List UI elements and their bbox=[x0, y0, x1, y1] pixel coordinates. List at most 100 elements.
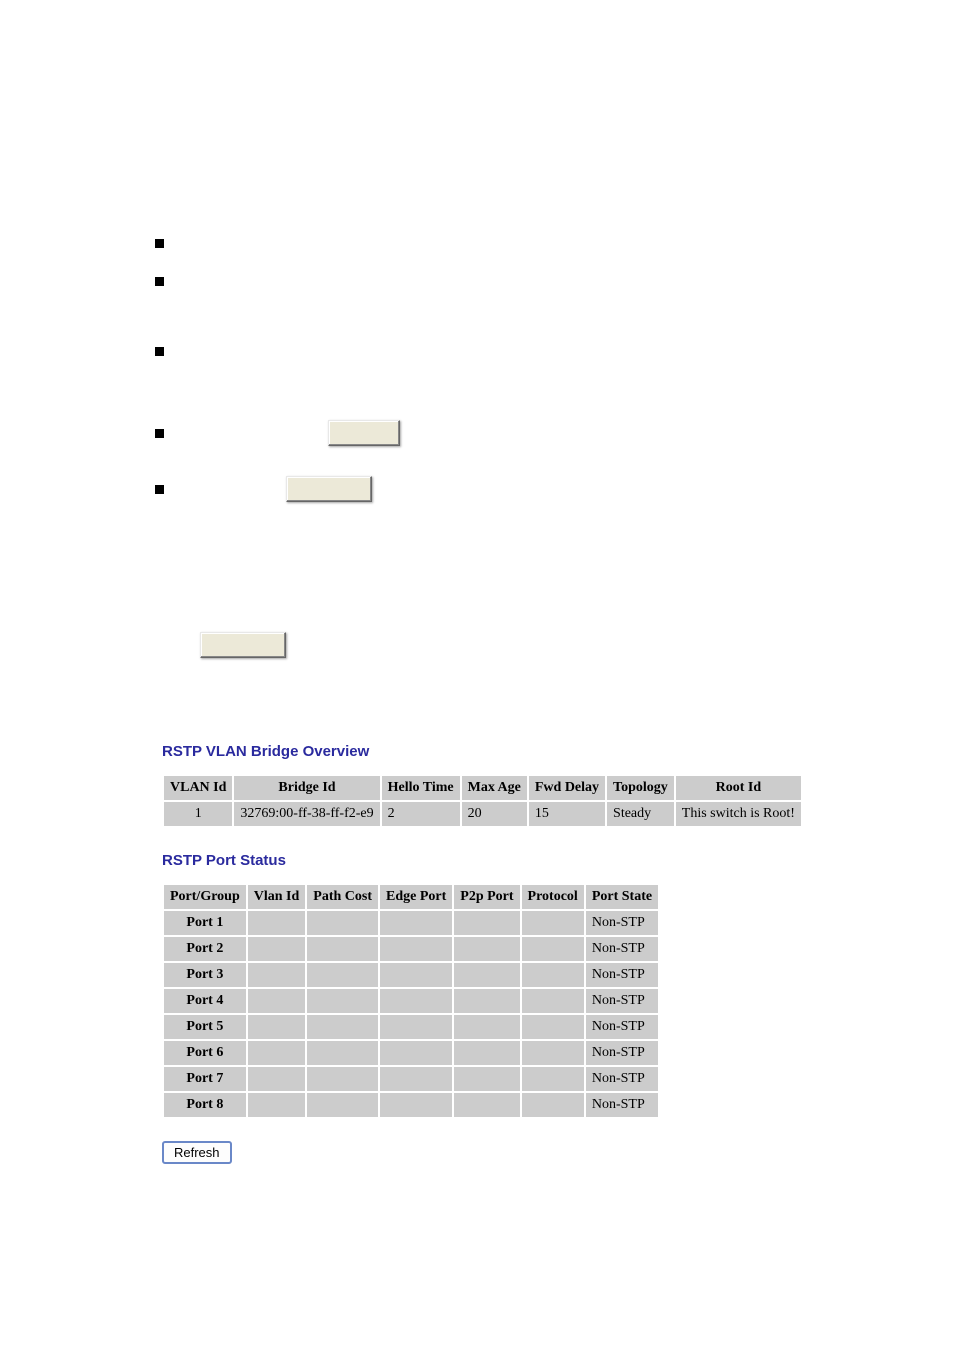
cell-bridge-id: 32769:00-ff-38-ff-f2-e9 bbox=[234, 802, 379, 826]
th-vlan-id: Vlan Id bbox=[248, 885, 306, 909]
cell-path-cost bbox=[307, 1067, 378, 1091]
bullet-list bbox=[155, 230, 834, 502]
cell-vlan-id: 1 bbox=[164, 802, 232, 826]
cell-edge-port bbox=[380, 1015, 452, 1039]
cell-edge-port bbox=[380, 911, 452, 935]
bullet-icon bbox=[155, 485, 164, 494]
cell-edge-port bbox=[380, 1041, 452, 1065]
table-row: Port 8 Non-STP bbox=[164, 1093, 658, 1117]
cell-vlan-id bbox=[248, 989, 306, 1013]
table-row: Port 1 Non-STP bbox=[164, 911, 658, 935]
table-header-row: Port/Group Vlan Id Path Cost Edge Port P… bbox=[164, 885, 658, 909]
cell-vlan-id bbox=[248, 911, 306, 935]
cell-port-state: Non-STP bbox=[586, 937, 658, 961]
cell-protocol bbox=[522, 1041, 584, 1065]
cell-port: Port 6 bbox=[164, 1041, 246, 1065]
th-vlan-id: VLAN Id bbox=[164, 776, 232, 800]
table-row: Port 5 Non-STP bbox=[164, 1015, 658, 1039]
cell-path-cost bbox=[307, 1041, 378, 1065]
bullet-icon bbox=[155, 277, 164, 286]
cell-vlan-id bbox=[248, 1093, 306, 1117]
cell-port-state: Non-STP bbox=[586, 1093, 658, 1117]
refresh-button[interactable]: Refresh bbox=[162, 1141, 232, 1164]
table-header-row: VLAN Id Bridge Id Hello Time Max Age Fwd… bbox=[164, 776, 801, 800]
th-max-age: Max Age bbox=[462, 776, 527, 800]
bridge-overview-table: VLAN Id Bridge Id Hello Time Max Age Fwd… bbox=[162, 774, 803, 828]
cell-root-id: This switch is Root! bbox=[676, 802, 801, 826]
port-status-table: Port/Group Vlan Id Path Cost Edge Port P… bbox=[162, 883, 660, 1119]
cell-vlan-id bbox=[248, 937, 306, 961]
cell-protocol bbox=[522, 911, 584, 935]
cell-protocol bbox=[522, 1067, 584, 1091]
generic-button[interactable] bbox=[286, 476, 372, 502]
cell-path-cost bbox=[307, 911, 378, 935]
bullet-icon bbox=[155, 347, 164, 356]
cell-topology: Steady bbox=[607, 802, 674, 826]
cell-protocol bbox=[522, 937, 584, 961]
cell-p2p-port bbox=[454, 1015, 519, 1039]
cell-p2p-port bbox=[454, 1067, 519, 1091]
table-row: Port 7 Non-STP bbox=[164, 1067, 658, 1091]
table-row: Port 3 Non-STP bbox=[164, 963, 658, 987]
table-row: Port 2 Non-STP bbox=[164, 937, 658, 961]
cell-p2p-port bbox=[454, 1041, 519, 1065]
cell-fwd-delay: 15 bbox=[529, 802, 605, 826]
cell-hello-time: 2 bbox=[382, 802, 460, 826]
th-p2p-port: P2p Port bbox=[454, 885, 519, 909]
cell-path-cost bbox=[307, 1093, 378, 1117]
generic-button[interactable] bbox=[200, 632, 286, 658]
cell-protocol bbox=[522, 1093, 584, 1117]
cell-path-cost bbox=[307, 937, 378, 961]
cell-p2p-port bbox=[454, 989, 519, 1013]
th-port-state: Port State bbox=[586, 885, 658, 909]
bullet-icon bbox=[155, 239, 164, 248]
cell-max-age: 20 bbox=[462, 802, 527, 826]
generic-button[interactable] bbox=[328, 420, 400, 446]
cell-port: Port 8 bbox=[164, 1093, 246, 1117]
cell-edge-port bbox=[380, 1093, 452, 1117]
table-row: Port 4 Non-STP bbox=[164, 989, 658, 1013]
cell-p2p-port bbox=[454, 911, 519, 935]
cell-path-cost bbox=[307, 1015, 378, 1039]
cell-edge-port bbox=[380, 1067, 452, 1091]
th-topology: Topology bbox=[607, 776, 674, 800]
th-hello-time: Hello Time bbox=[382, 776, 460, 800]
cell-protocol bbox=[522, 989, 584, 1013]
cell-port: Port 2 bbox=[164, 937, 246, 961]
cell-port-state: Non-STP bbox=[586, 1015, 658, 1039]
cell-edge-port bbox=[380, 937, 452, 961]
bullet-icon bbox=[155, 429, 164, 438]
cell-port-state: Non-STP bbox=[586, 911, 658, 935]
cell-port: Port 7 bbox=[164, 1067, 246, 1091]
th-edge-port: Edge Port bbox=[380, 885, 452, 909]
cell-p2p-port bbox=[454, 937, 519, 961]
cell-port-state: Non-STP bbox=[586, 989, 658, 1013]
th-bridge-id: Bridge Id bbox=[234, 776, 379, 800]
cell-port: Port 4 bbox=[164, 989, 246, 1013]
th-protocol: Protocol bbox=[522, 885, 584, 909]
cell-port: Port 5 bbox=[164, 1015, 246, 1039]
cell-port-state: Non-STP bbox=[586, 1041, 658, 1065]
cell-vlan-id bbox=[248, 1041, 306, 1065]
cell-p2p-port bbox=[454, 1093, 519, 1117]
cell-edge-port bbox=[380, 963, 452, 987]
table-row: Port 6 Non-STP bbox=[164, 1041, 658, 1065]
cell-vlan-id bbox=[248, 1015, 306, 1039]
cell-port-state: Non-STP bbox=[586, 1067, 658, 1091]
cell-port: Port 1 bbox=[164, 911, 246, 935]
cell-port: Port 3 bbox=[164, 963, 246, 987]
th-port-group: Port/Group bbox=[164, 885, 246, 909]
cell-vlan-id bbox=[248, 963, 306, 987]
table-row: 1 32769:00-ff-38-ff-f2-e9 2 20 15 Steady… bbox=[164, 802, 801, 826]
cell-vlan-id bbox=[248, 1067, 306, 1091]
th-path-cost: Path Cost bbox=[307, 885, 378, 909]
cell-edge-port bbox=[380, 989, 452, 1013]
cell-protocol bbox=[522, 1015, 584, 1039]
heading-bridge-overview: RSTP VLAN Bridge Overview bbox=[162, 743, 834, 760]
cell-port-state: Non-STP bbox=[586, 963, 658, 987]
cell-p2p-port bbox=[454, 963, 519, 987]
cell-path-cost bbox=[307, 989, 378, 1013]
heading-port-status: RSTP Port Status bbox=[162, 852, 834, 869]
cell-protocol bbox=[522, 963, 584, 987]
th-root-id: Root Id bbox=[676, 776, 801, 800]
